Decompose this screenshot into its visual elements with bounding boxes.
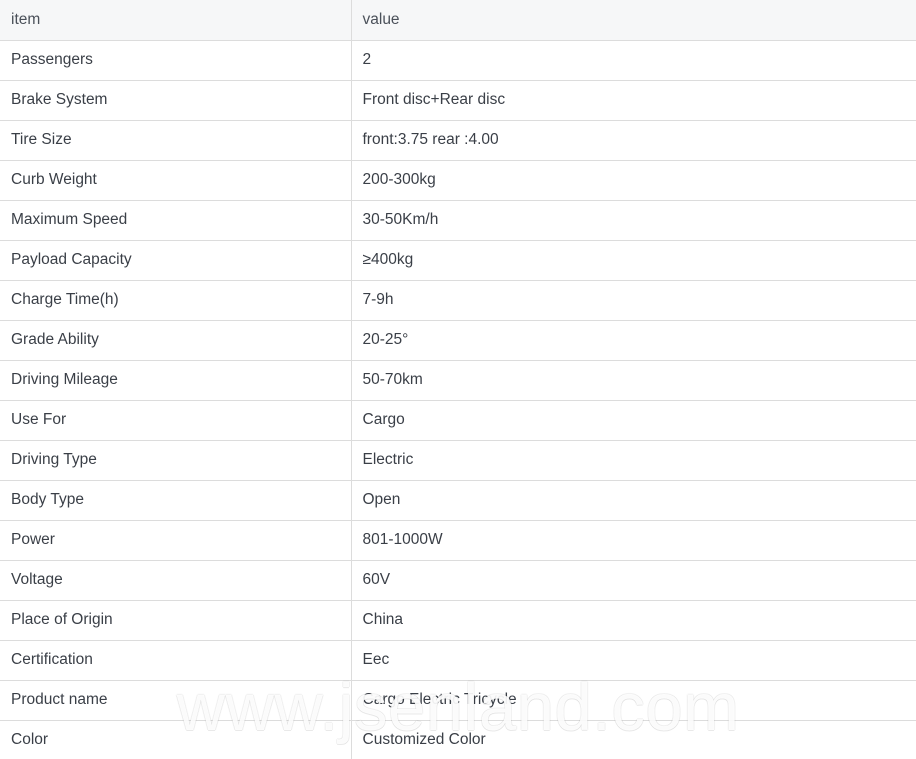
- spec-item-value: 2: [351, 40, 916, 81]
- spec-item-label: Driving Mileage: [0, 360, 352, 401]
- spec-item-value: Electric: [351, 440, 916, 481]
- spec-item-label: Certification: [0, 640, 352, 681]
- column-header-item: item: [0, 0, 352, 41]
- spec-item-value: Open: [351, 480, 916, 521]
- table-row: Power 801-1000W: [0, 520, 916, 561]
- spec-item-value: Customized Color: [351, 720, 916, 759]
- spec-item-value: China: [351, 600, 916, 641]
- spec-item-value: 7-9h: [351, 280, 916, 321]
- spec-item-label: Place of Origin: [0, 600, 352, 641]
- column-header-value: value: [351, 0, 916, 41]
- table-body: Passengers 2 Brake System Front disc+Rear d…: [0, 40, 916, 759]
- table-row: Certification Eec: [0, 640, 916, 681]
- spec-item-value: 30-50Km/h: [351, 200, 916, 241]
- table-row: Use For Cargo: [0, 400, 916, 441]
- table-row: Passengers 2: [0, 40, 916, 81]
- table-row: Place of Origin China: [0, 600, 916, 641]
- spec-item-value: Cargo: [351, 400, 916, 441]
- spec-item-label: Use For: [0, 400, 352, 441]
- spec-item-label: Tire Size: [0, 120, 352, 161]
- table-header: item value: [0, 0, 916, 41]
- spec-item-value: 60V: [351, 560, 916, 601]
- spec-item-value: front:3.75 rear :4.00: [351, 120, 916, 161]
- spec-item-value: ≥400kg: [351, 240, 916, 281]
- spec-item-label: Passengers: [0, 40, 352, 81]
- spec-item-label: Brake System: [0, 80, 352, 121]
- spec-item-label: Payload Capacity: [0, 240, 352, 281]
- table-row: Grade Ability 20-25°: [0, 320, 916, 361]
- spec-item-label: Voltage: [0, 560, 352, 601]
- spec-item-value: 801-1000W: [351, 520, 916, 561]
- spec-item-label: Grade Ability: [0, 320, 352, 361]
- spec-item-value: Front disc+Rear disc: [351, 80, 916, 121]
- spec-item-label: Body Type: [0, 480, 352, 521]
- spec-item-label: Maximum Speed: [0, 200, 352, 241]
- table-row: Brake System Front disc+Rear disc: [0, 80, 916, 121]
- table-row: Voltage 60V: [0, 560, 916, 601]
- table-row: Driving Type Electric: [0, 440, 916, 481]
- spec-item-value: Cargo Electric Tricycle: [351, 680, 916, 721]
- specification-table-container: item value Passengers 2 Brake System Front …: [0, 0, 916, 759]
- spec-item-value: 200-300kg: [351, 160, 916, 201]
- spec-item-label: Power: [0, 520, 352, 561]
- spec-item-value: 20-25°: [351, 320, 916, 361]
- spec-item-label: Color: [0, 720, 352, 759]
- table-row: Maximum Speed 30-50Km/h: [0, 200, 916, 241]
- table-header-row: item value: [0, 0, 916, 41]
- spec-item-label: Driving Type: [0, 440, 352, 481]
- table-row: Product name Cargo Electric Tricycle: [0, 680, 916, 721]
- table-row: Driving Mileage 50-70km: [0, 360, 916, 401]
- table-row: Tire Size front:3.75 rear :4.00: [0, 120, 916, 161]
- table-row: Curb Weight 200-300kg: [0, 160, 916, 201]
- table-row: Color Customized Color: [0, 720, 916, 759]
- table-row: Body Type Open: [0, 480, 916, 521]
- spec-item-value: Eec: [351, 640, 916, 681]
- specification-table: item value Passengers 2 Brake System Front …: [0, 0, 916, 759]
- spec-item-value: 50-70km: [351, 360, 916, 401]
- table-row: Charge Time(h) 7-9h: [0, 280, 916, 321]
- spec-item-label: Charge Time(h): [0, 280, 352, 321]
- spec-item-label: Product name: [0, 680, 352, 721]
- spec-item-label: Curb Weight: [0, 160, 352, 201]
- table-row: Payload Capacity ≥400kg: [0, 240, 916, 281]
